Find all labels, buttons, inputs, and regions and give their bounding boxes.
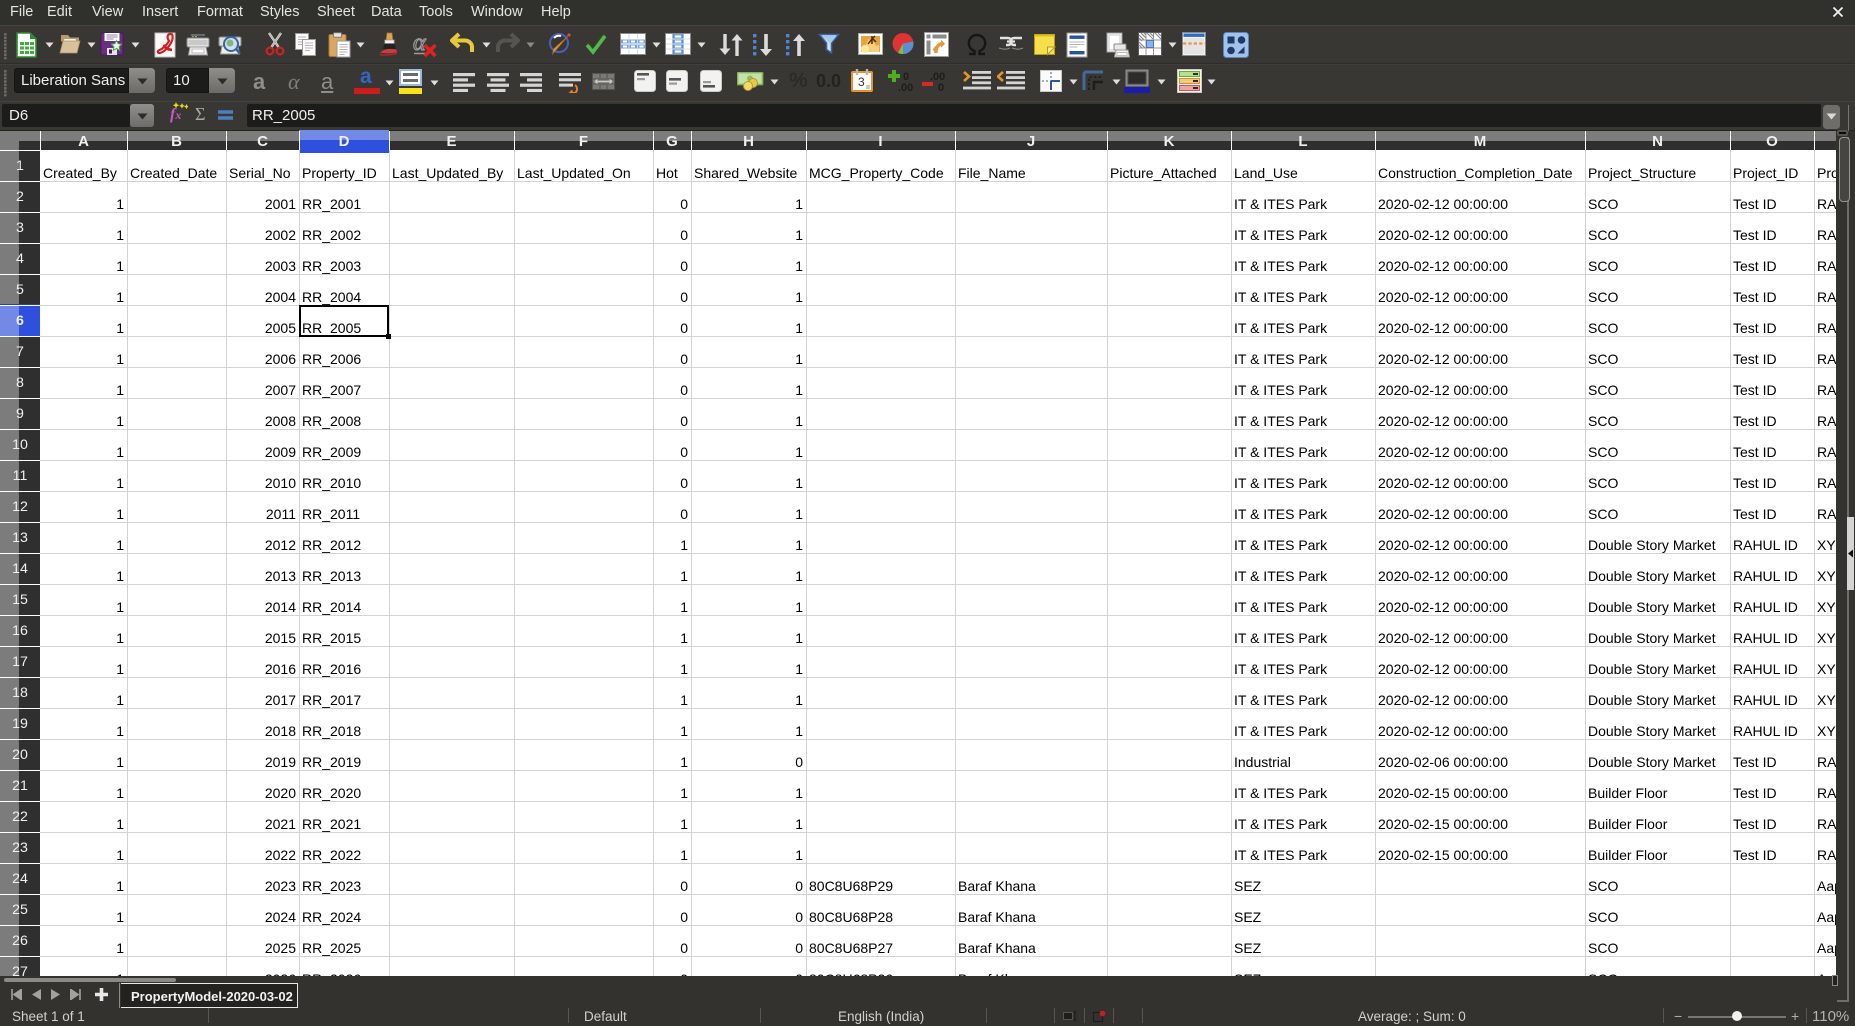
svg-text:3: 3 [858, 75, 865, 89]
svg-text:0: 0 [938, 82, 944, 92]
svg-text:α: α [413, 32, 426, 56]
svg-text:.00: .00 [898, 82, 913, 92]
